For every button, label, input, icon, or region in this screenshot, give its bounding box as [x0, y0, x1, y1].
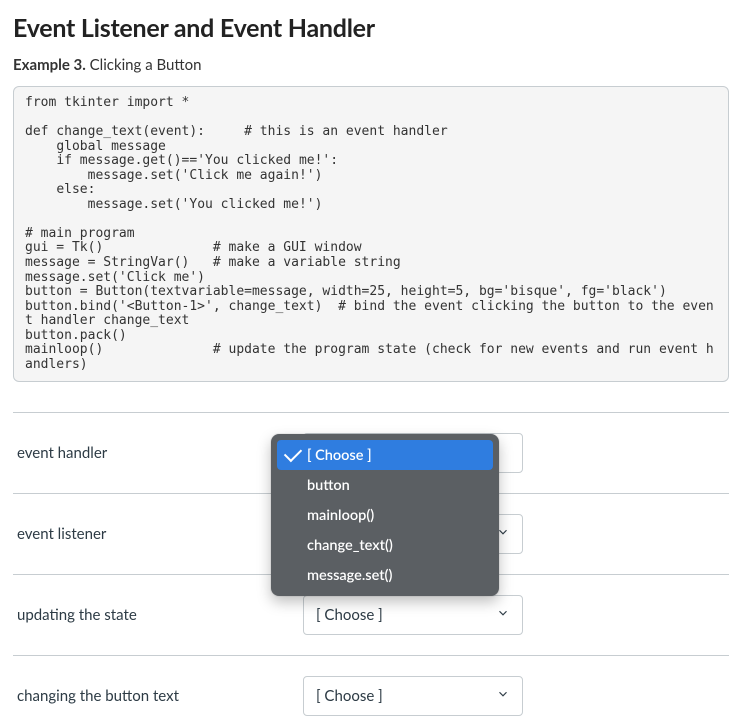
chevron-down-icon: [496, 606, 510, 624]
row-label: event listener: [17, 525, 287, 543]
select-updating-state[interactable]: [ Choose ]: [303, 595, 523, 635]
example-label: Example 3.: [13, 56, 86, 74]
dropdown-menu[interactable]: [ Choose ] button mainloop() change_text…: [271, 434, 499, 596]
dropdown-option-button[interactable]: button: [277, 470, 493, 500]
example-text: Clicking a Button: [90, 56, 202, 74]
example-heading: Example 3. Clicking a Button: [13, 56, 729, 74]
row-label: changing the button text: [17, 687, 287, 705]
select-value: [ Choose ]: [316, 606, 383, 624]
select-value: [ Choose ]: [316, 687, 383, 705]
row-label: event handler: [17, 444, 287, 462]
chevron-down-icon: [496, 687, 510, 705]
dropdown-option-mainloop[interactable]: mainloop(): [277, 500, 493, 530]
select-changing-text[interactable]: [ Choose ]: [303, 676, 523, 716]
dropdown-option-message-set[interactable]: message.set(): [277, 560, 493, 590]
row-label: updating the state: [17, 606, 287, 624]
match-row-changing-text: changing the button text [ Choose ]: [13, 656, 729, 716]
dropdown-option-change-text[interactable]: change_text(): [277, 530, 493, 560]
page-title: Event Listener and Event Handler: [13, 13, 729, 43]
code-block: from tkinter import * def change_text(ev…: [13, 86, 729, 382]
dropdown-option-placeholder[interactable]: [ Choose ]: [277, 440, 493, 470]
